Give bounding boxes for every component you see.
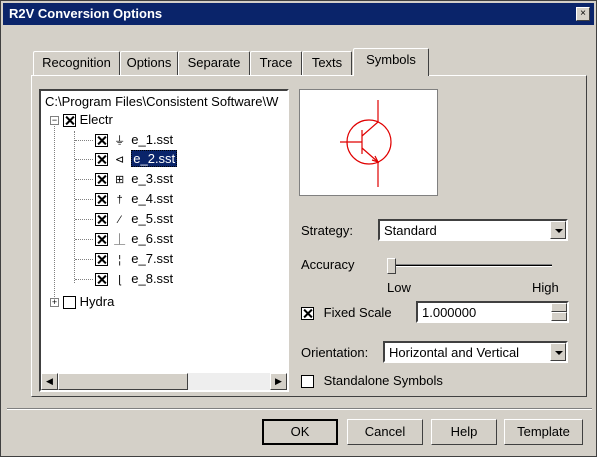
group-label: Electr [79,112,113,127]
close-icon[interactable]: × [576,7,590,21]
tab-recognition[interactable]: Recognition [33,51,120,75]
tree-line [75,219,93,220]
item-checkbox[interactable] [95,213,108,227]
scroll-thumb[interactable] [58,373,188,390]
strategy-select[interactable]: Standard [378,219,568,241]
tree-line [54,120,55,303]
item-checkbox[interactable] [95,233,108,247]
fixed-scale-check[interactable] [301,307,314,321]
spin-up-icon[interactable] [551,303,567,312]
separator [7,408,592,410]
group-checkbox[interactable] [63,296,76,310]
tab-texts[interactable]: Texts [302,51,352,75]
tree-line [75,239,93,240]
orientation-label: Orientation: [301,345,369,360]
scroll-right-icon[interactable]: ▶ [270,373,287,390]
symbol-preview [299,89,438,196]
accuracy-slider-track[interactable] [387,264,552,267]
tree-line [75,159,93,160]
group-label: Hydra [79,294,115,309]
tree-item[interactable]: ⏊ e_6.sst [95,230,173,248]
strategy-value: Standard [384,223,437,238]
accuracy-high-label: High [532,280,559,295]
tree-item[interactable]: ⊲ e_2.sst [95,150,178,168]
item-label: e_1.sst [131,132,174,147]
tree-item[interactable]: ⏚ e_1.sst [95,131,173,149]
tree-line [75,259,93,260]
cancel-button[interactable]: Cancel [347,419,423,445]
item-label: e_8.sst [131,271,174,286]
item-label: e_4.sst [131,191,174,206]
item-label: e_6.sst [131,231,174,246]
library-path: C:\Program Files\Consistent Software\W [45,94,279,109]
spin-down-icon[interactable] [551,312,567,321]
ok-button[interactable]: OK [262,419,338,445]
title-bar[interactable]: R2V Conversion Options × [3,3,594,25]
tree-line [75,199,93,200]
standalone-check[interactable] [301,375,314,389]
template-button[interactable]: Template [504,419,583,445]
scroll-left-icon[interactable]: ◀ [41,373,58,390]
dropdown-arrow-icon[interactable] [550,343,566,361]
tree-item[interactable]: ⁄ e_5.sst [95,210,173,228]
transistor-symbol-icon [340,100,392,187]
fixed-scale-checkbox[interactable]: Fixed Scale [301,305,392,321]
item-checkbox[interactable] [95,153,108,167]
standalone-symbols-checkbox[interactable]: Standalone Symbols [301,373,443,389]
orientation-value: Horizontal and Vertical [389,345,520,360]
tab-separate[interactable]: Separate [178,51,250,75]
item-checkbox[interactable] [95,253,108,267]
item-label: e_5.sst [131,211,174,226]
tree-group-hydra[interactable]: Hydra [63,293,114,311]
item-label: e_7.sst [131,251,174,266]
tree-group-electr[interactable]: Electr [63,111,113,129]
tree-item[interactable]: † e_4.sst [95,190,173,208]
accuracy-label: Accuracy [301,257,355,272]
dropdown-arrow-icon[interactable] [550,221,566,239]
tree-item[interactable]: ¦ e_7.sst [95,250,173,268]
tab-symbols[interactable]: Symbols [353,48,429,76]
symbol-thumb-icon: ¦ [118,254,122,266]
symbol-thumb-icon: ⁄ [118,214,121,226]
tree-item[interactable]: ⊞ e_3.sst [95,170,173,188]
tab-options[interactable]: Options [120,51,178,75]
symbol-library-tree[interactable]: C:\Program Files\Consistent Software\W −… [39,89,289,392]
collapse-icon[interactable]: − [50,116,59,125]
item-label: e_3.sst [131,171,174,186]
strategy-label: Strategy: [301,223,354,238]
group-checkbox[interactable] [63,114,76,128]
symbol-thumb-icon: ⏚ [114,135,126,147]
tree-line [75,179,93,180]
symbol-thumb-icon: ⏊ [114,234,126,246]
standalone-label: Standalone Symbols [323,373,443,388]
orientation-select[interactable]: Horizontal and Vertical [383,341,568,363]
item-checkbox[interactable] [95,134,108,148]
fixed-scale-input[interactable]: 1.000000 [416,301,569,323]
tab-trace[interactable]: Trace [250,51,302,75]
tree-line [74,131,75,283]
dialog-window: R2V Conversion Options × Recognition Opt… [0,0,597,457]
accuracy-low-label: Low [387,280,411,295]
accuracy-slider-thumb[interactable] [387,258,396,274]
window-title: R2V Conversion Options [9,6,163,21]
fixed-scale-value: 1.000000 [422,305,477,320]
tree-line [75,279,93,280]
symbol-thumb-icon: ⊞ [115,174,125,186]
expand-icon[interactable]: + [50,298,59,307]
item-checkbox[interactable] [95,173,108,187]
item-checkbox[interactable] [95,273,108,287]
symbol-thumb-icon: ⊲ [115,154,125,166]
item-label-selected: e_2.sst [131,150,178,167]
item-checkbox[interactable] [95,193,108,207]
tree-line [75,140,93,141]
tree-item[interactable]: ɭ e_8.sst [95,270,173,288]
fixed-scale-label: Fixed Scale [323,305,392,320]
help-button[interactable]: Help [431,419,497,445]
symbol-thumb-icon: † [116,194,123,206]
symbol-thumb-icon: ɭ [118,274,121,286]
horizontal-scrollbar[interactable]: ◀ ▶ [41,373,287,390]
